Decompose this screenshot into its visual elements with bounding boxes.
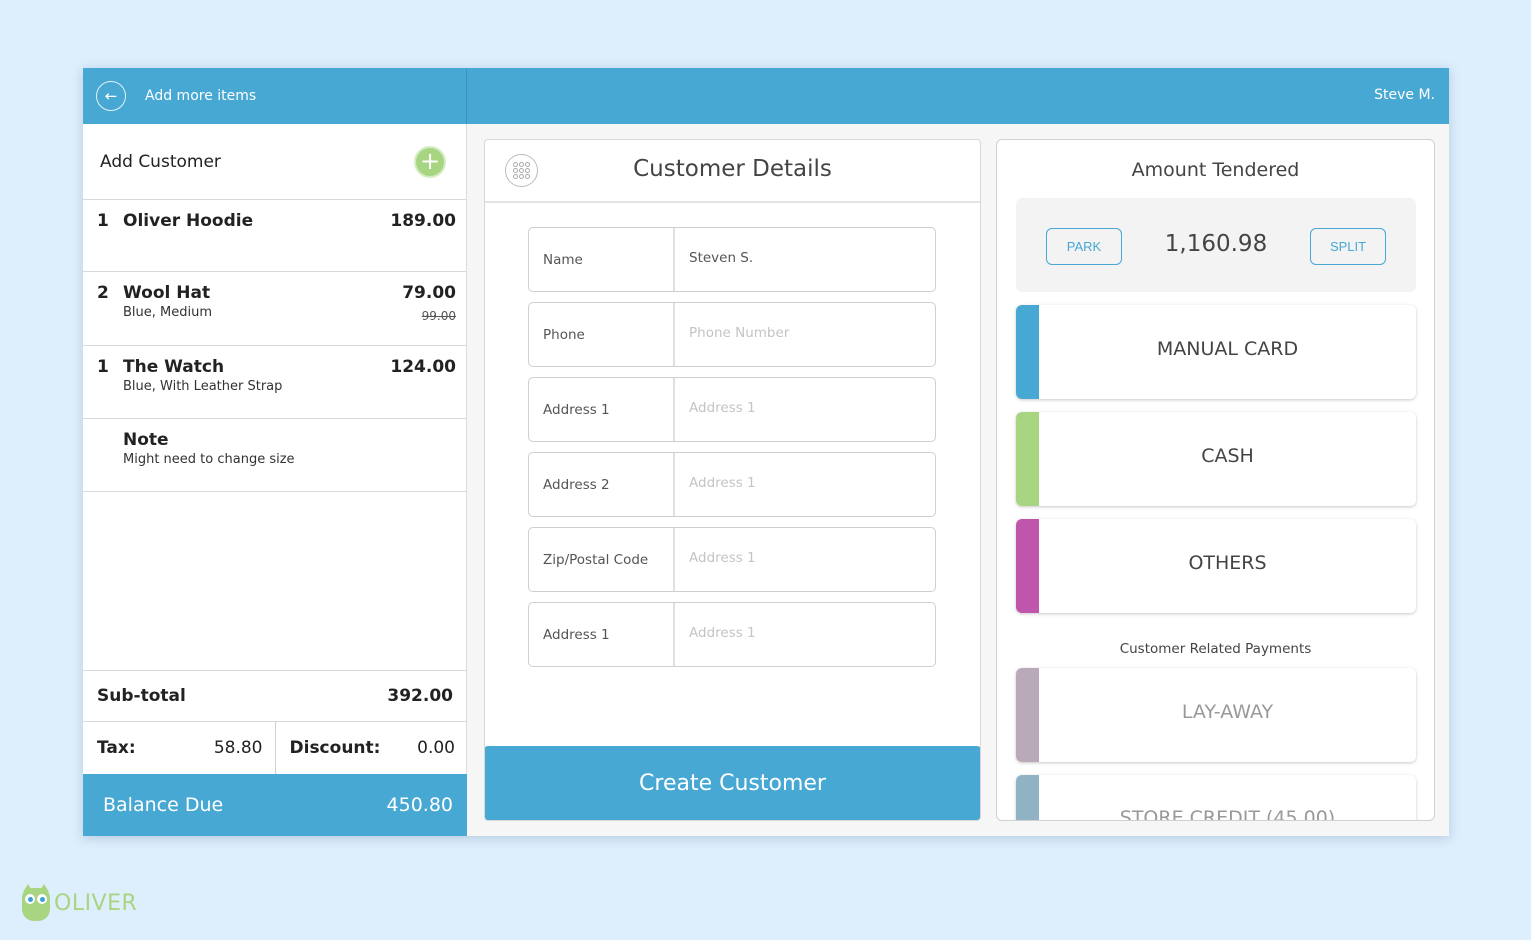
cart-totals: Sub-total 392.00 Tax: 58.80 Discount: 0.…	[83, 670, 467, 836]
zip-field-label: Zip/Postal Code	[529, 528, 675, 591]
item-variant: Blue, With Leather Strap	[123, 379, 283, 394]
manual-card-label: MANUAL CARD	[1156, 338, 1299, 360]
add-customer-button[interactable]: +	[414, 145, 446, 178]
lay-away-label: LAY-AWAY	[1181, 701, 1274, 723]
store-credit-label: STORE CREDIT (45.00)	[1119, 807, 1336, 821]
tax-discount-row: Tax: 58.80 Discount: 0.00	[83, 722, 467, 774]
top-bar: ← Add more items Steve M.	[83, 68, 1449, 124]
zip-input[interactable]	[675, 528, 935, 591]
balance-due-row: Balance Due 450.80	[83, 774, 467, 836]
cart-note[interactable]: Note Might need to change size	[83, 419, 466, 492]
add-customer-label: Add Customer	[100, 151, 221, 172]
balance-due-label: Balance Due	[103, 794, 224, 816]
tax-label: Tax:	[97, 738, 136, 758]
customer-details-panel: Customer Details Name Phone Address 1 Ad…	[484, 139, 981, 821]
note-text: Might need to change size	[123, 452, 295, 467]
back-button[interactable]: ←	[96, 81, 126, 111]
cart-panel: Add Customer + 1 Oliver Hoodie 189.00 2 …	[83, 124, 467, 836]
lay-away-color-bar	[1016, 668, 1039, 762]
others-color-bar	[1016, 519, 1039, 613]
customer-details-title: Customer Details	[633, 156, 832, 182]
manual-card-color-bar	[1016, 305, 1039, 399]
extra-address-field-label: Address 1	[529, 603, 675, 666]
others-button[interactable]: OTHERS	[1016, 519, 1416, 613]
balance-due-value: 450.80	[386, 794, 453, 816]
cash-label: CASH	[1201, 445, 1254, 467]
others-label: OTHERS	[1188, 552, 1267, 574]
tax-cell: Tax: 58.80	[83, 722, 276, 774]
amount-tendered-box: PARK 1,160.98 SPLIT	[1016, 198, 1416, 292]
create-customer-button[interactable]: Create Customer	[485, 746, 980, 820]
subtotal-value: 392.00	[387, 686, 453, 706]
add-more-items-bar[interactable]: ← Add more items	[83, 68, 467, 124]
item-quantity: 2	[97, 283, 109, 303]
customer-related-payments-label: Customer Related Payments	[1119, 641, 1312, 657]
item-price: 124.00	[390, 357, 456, 377]
add-more-items-label: Add more items	[145, 88, 257, 104]
name-input[interactable]	[675, 228, 935, 291]
manual-card-button[interactable]: MANUAL CARD	[1016, 305, 1416, 399]
arrow-left-icon: ←	[104, 87, 118, 105]
amount-tendered-title: Amount Tendered	[1131, 159, 1300, 181]
item-variant: Blue, Medium	[123, 305, 213, 320]
customer-details-header: Customer Details	[485, 140, 980, 203]
name-field-label: Name	[529, 228, 675, 291]
note-title: Note	[123, 430, 169, 450]
address1-input[interactable]	[675, 378, 935, 441]
item-price: 189.00	[390, 211, 456, 231]
phone-input[interactable]	[675, 303, 935, 366]
brand-wordmark: OLIVER	[54, 891, 138, 916]
payment-panel: Amount Tendered PARK 1,160.98 SPLIT MANU…	[996, 139, 1435, 821]
discount-value: 0.00	[417, 738, 455, 758]
address1-field-row: Address 1	[528, 377, 936, 442]
phone-field-row: Phone	[528, 302, 936, 367]
phone-field-label: Phone	[529, 303, 675, 366]
lay-away-button[interactable]: LAY-AWAY	[1016, 668, 1416, 762]
name-field-row: Name	[528, 227, 936, 292]
cart-line-item[interactable]: 2 Wool Hat Blue, Medium 79.00 99.00	[83, 272, 466, 346]
customer-form: Name Phone Address 1 Address 2 Zip/Posta…	[485, 203, 980, 667]
item-original-price: 99.00	[421, 309, 456, 323]
address1-field-label: Address 1	[529, 378, 675, 441]
item-quantity: 1	[97, 211, 109, 231]
store-credit-button[interactable]: STORE CREDIT (45.00)	[1016, 775, 1416, 821]
split-button[interactable]: SPLIT	[1310, 228, 1386, 265]
subtotal-row: Sub-total 392.00	[83, 670, 467, 722]
address2-input[interactable]	[675, 453, 935, 516]
cart-line-item[interactable]: 1 Oliver Hoodie 189.00	[83, 200, 466, 272]
plus-icon: +	[419, 146, 441, 175]
oliver-logo: OLIVER	[22, 884, 137, 921]
tax-value: 58.80	[213, 738, 263, 758]
zip-field-row: Zip/Postal Code	[528, 527, 936, 592]
address2-field-label: Address 2	[529, 453, 675, 516]
discount-label: Discount:	[289, 738, 381, 758]
subtotal-label: Sub-total	[97, 686, 186, 706]
owl-logo-icon	[22, 884, 50, 921]
add-customer-row[interactable]: Add Customer +	[83, 124, 466, 200]
user-name[interactable]: Steve M.	[1374, 87, 1435, 103]
item-price: 79.00	[402, 283, 456, 303]
pos-app: ← Add more items Steve M. Add Customer +…	[83, 68, 1449, 836]
extra-address-input[interactable]	[675, 603, 935, 666]
store-credit-color-bar	[1016, 775, 1039, 820]
cash-color-bar	[1016, 412, 1039, 506]
address2-field-row: Address 2	[528, 452, 936, 517]
item-quantity: 1	[97, 357, 109, 377]
cash-button[interactable]: CASH	[1016, 412, 1416, 506]
extra-address-field-row: Address 1	[528, 602, 936, 667]
discount-cell[interactable]: Discount: 0.00	[276, 722, 468, 774]
cart-line-item[interactable]: 1 The Watch Blue, With Leather Strap 124…	[83, 346, 466, 419]
